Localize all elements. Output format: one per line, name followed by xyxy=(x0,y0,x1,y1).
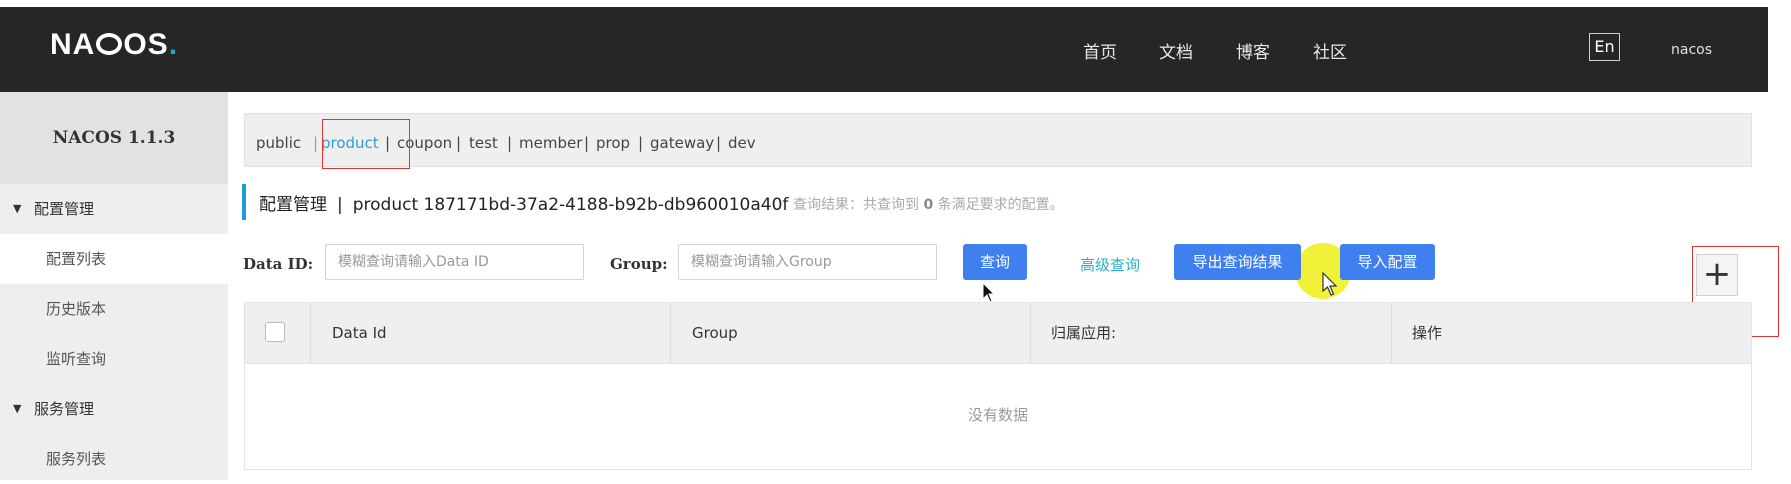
namespace-tab-dev[interactable]: dev xyxy=(728,134,756,152)
sidebar-item-history[interactable]: 历史版本 xyxy=(0,284,228,334)
column-header-app[interactable]: 归属应用: xyxy=(1051,303,1116,363)
namespace-tab-member[interactable]: member xyxy=(519,134,582,152)
annotation-box-product xyxy=(322,119,410,169)
page-title: 配置管理 | product 187171bd-37a2-4188-b92b-db9… xyxy=(259,195,789,215)
sidebar-group-label: 配置管理 xyxy=(34,200,95,218)
select-all-checkbox[interactable] xyxy=(265,322,285,342)
advanced-query-link[interactable]: 高级查询 xyxy=(1080,254,1140,275)
column-header-data-id[interactable]: Data Id xyxy=(332,303,387,363)
header-background xyxy=(0,7,1768,92)
table-header: Data Id Group 归属应用: 操作 xyxy=(244,302,1752,364)
column-header-actions: 操作 xyxy=(1412,324,1443,342)
caret-down-icon: ▼ xyxy=(13,402,22,415)
title-accent-bar xyxy=(242,184,246,220)
import-button[interactable]: 导入配置 xyxy=(1340,244,1435,280)
sidebar-item-listener-query[interactable]: 监听查询 xyxy=(0,334,228,384)
query-result-hint: 查询结果：共查询到 0 条满足要求的配置。 xyxy=(793,197,1064,213)
column-header-group[interactable]: Group xyxy=(692,303,738,363)
nav-community[interactable]: 社区 xyxy=(1313,38,1347,63)
caret-down-icon: ▼ xyxy=(13,202,22,215)
namespace-id: 187171bd-37a2-4188-b92b-db960010a40f xyxy=(423,195,789,215)
nacos-logo[interactable]: NA OS. xyxy=(50,28,178,62)
mouse-pointer-icon xyxy=(982,282,996,303)
group-input[interactable]: 模糊查询请输入Group xyxy=(678,244,937,280)
namespace-tab-public[interactable]: public xyxy=(256,134,301,152)
data-id-label: Data ID: xyxy=(243,255,314,273)
namespace-tab-test[interactable]: test xyxy=(469,134,498,152)
namespace-bar: public | product | coupon | test | membe… xyxy=(244,113,1752,167)
namespace-tab-gateway[interactable]: gateway xyxy=(650,134,714,152)
language-toggle-button[interactable]: En xyxy=(1589,33,1620,61)
top-header: NA OS. 首页 文档 博客 社区 En nacos xyxy=(0,0,1791,92)
namespace-tab-prop[interactable]: prop xyxy=(596,134,630,152)
nav-blog[interactable]: 博客 xyxy=(1236,38,1270,63)
sidebar-group-service[interactable]: ▼ 服务管理 xyxy=(0,384,228,434)
empty-state-text: 没有数据 xyxy=(967,406,1028,424)
query-button[interactable]: 查询 xyxy=(963,244,1027,280)
user-name[interactable]: nacos xyxy=(1671,42,1712,58)
nav-docs[interactable]: 文档 xyxy=(1159,38,1193,63)
sidebar-item-config-list[interactable]: 配置列表 xyxy=(0,234,228,284)
version-title: NACOS 1.1.3 xyxy=(0,92,228,184)
sidebar-group-label: 服务管理 xyxy=(34,400,95,418)
sidebar-group-config[interactable]: ▼ 配置管理 xyxy=(0,184,228,234)
table-body: 没有数据 xyxy=(244,364,1752,470)
group-label: Group: xyxy=(610,255,668,273)
nav-home[interactable]: 首页 xyxy=(1083,38,1117,63)
data-id-input[interactable]: 模糊查询请输入Data ID xyxy=(325,244,584,280)
export-button[interactable]: 导出查询结果 xyxy=(1174,244,1301,280)
sidebar: NACOS 1.1.3 ▼ 配置管理 配置列表 历史版本 监听查询 ▼ 服务管理… xyxy=(0,92,228,480)
sidebar-item-service-list[interactable]: 服务列表 xyxy=(0,434,228,484)
mouse-pointer-icon xyxy=(1322,272,1338,296)
